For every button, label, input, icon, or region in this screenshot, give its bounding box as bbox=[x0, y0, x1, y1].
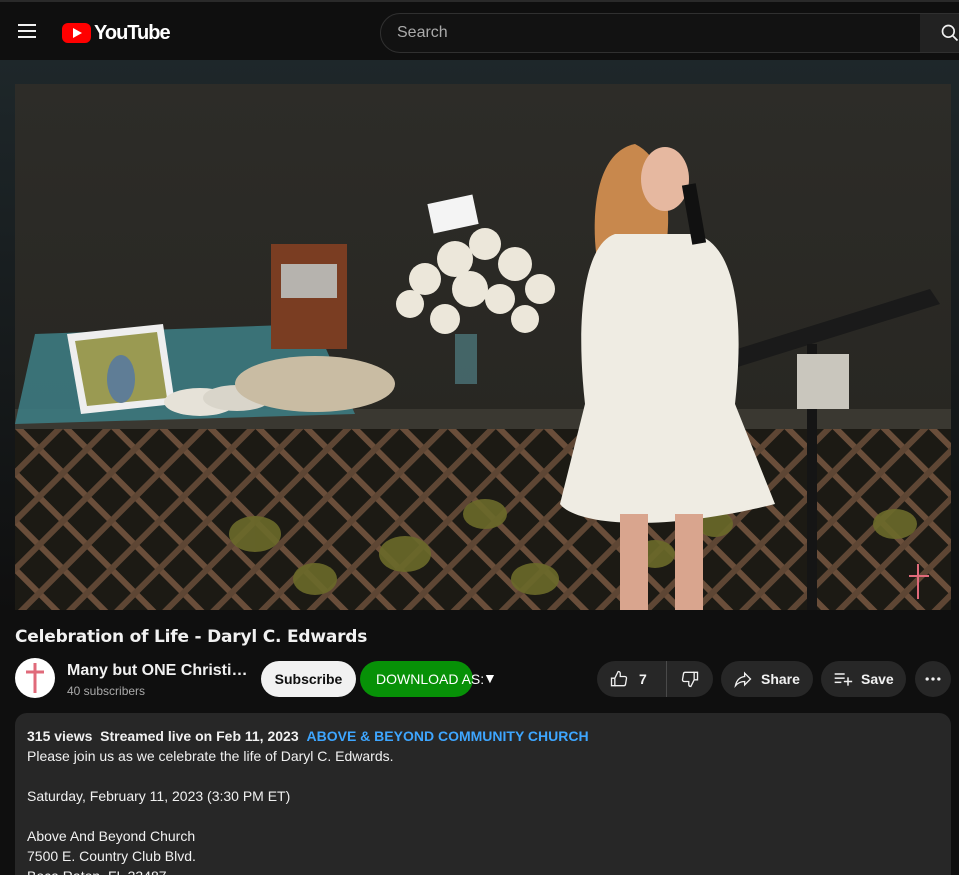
share-label: Share bbox=[761, 671, 800, 687]
logo-text: YouTube bbox=[94, 21, 171, 44]
save-label: Save bbox=[861, 671, 894, 687]
description-line: Please join us as we celebrate the life … bbox=[27, 748, 394, 764]
like-button[interactable]: 7 bbox=[597, 661, 667, 697]
description-meta: 315 views Streamed live on Feb 11, 2023 … bbox=[27, 726, 939, 746]
video-player[interactable] bbox=[15, 84, 951, 610]
youtube-logo[interactable]: YouTube bbox=[62, 21, 171, 44]
more-actions-button[interactable] bbox=[915, 661, 951, 697]
subscribe-button[interactable]: Subscribe bbox=[261, 661, 356, 697]
share-button[interactable]: Share bbox=[721, 661, 813, 697]
description-line: 7500 E. Country Club Blvd. bbox=[27, 848, 196, 864]
like-count: 7 bbox=[639, 671, 647, 687]
description-line bbox=[27, 766, 939, 786]
channel-name[interactable]: Many but ONE Christi… bbox=[67, 662, 247, 680]
hashtag-link[interactable]: ABOVE & BEYOND COMMUNITY CHURCH bbox=[307, 728, 589, 744]
cross-logo-icon bbox=[26, 663, 44, 693]
download-dropdown-arrow[interactable]: ▼ bbox=[483, 670, 497, 686]
share-arrow-icon bbox=[734, 671, 752, 689]
search-button[interactable] bbox=[920, 13, 959, 53]
youtube-play-icon bbox=[62, 23, 91, 43]
download-as-button[interactable]: DOWNLOAD AS: bbox=[360, 661, 484, 697]
like-dislike-group: 7 bbox=[597, 661, 713, 697]
description-box[interactable]: 315 views Streamed live on Feb 11, 2023 … bbox=[15, 713, 951, 875]
video-frame bbox=[15, 84, 951, 610]
description-line bbox=[27, 806, 939, 826]
save-button[interactable]: Save bbox=[821, 661, 906, 697]
subscriber-count: 40 subscribers bbox=[67, 684, 146, 698]
description-line: Saturday, February 11, 2023 (3:30 PM ET) bbox=[27, 788, 291, 804]
view-count: 315 views bbox=[27, 728, 93, 744]
dislike-button[interactable] bbox=[667, 661, 713, 697]
top-bar: YouTube bbox=[0, 0, 959, 60]
search-input[interactable] bbox=[380, 13, 921, 53]
thumbs-up-icon bbox=[610, 670, 628, 687]
search-bar bbox=[380, 13, 959, 53]
thumbs-down-icon bbox=[681, 671, 699, 688]
description-line: Boca Raton, FL 33487 bbox=[27, 866, 939, 875]
hamburger-menu-icon[interactable] bbox=[12, 16, 42, 46]
stream-date: Streamed live on Feb 11, 2023 bbox=[100, 728, 299, 744]
video-title: Celebration of Life - Daryl C. Edwards bbox=[15, 627, 368, 647]
playlist-add-icon bbox=[834, 673, 853, 686]
more-horizontal-icon bbox=[925, 677, 941, 681]
channel-avatar[interactable] bbox=[15, 658, 55, 698]
search-icon bbox=[941, 24, 959, 42]
description-line: Above And Beyond Church bbox=[27, 828, 196, 844]
